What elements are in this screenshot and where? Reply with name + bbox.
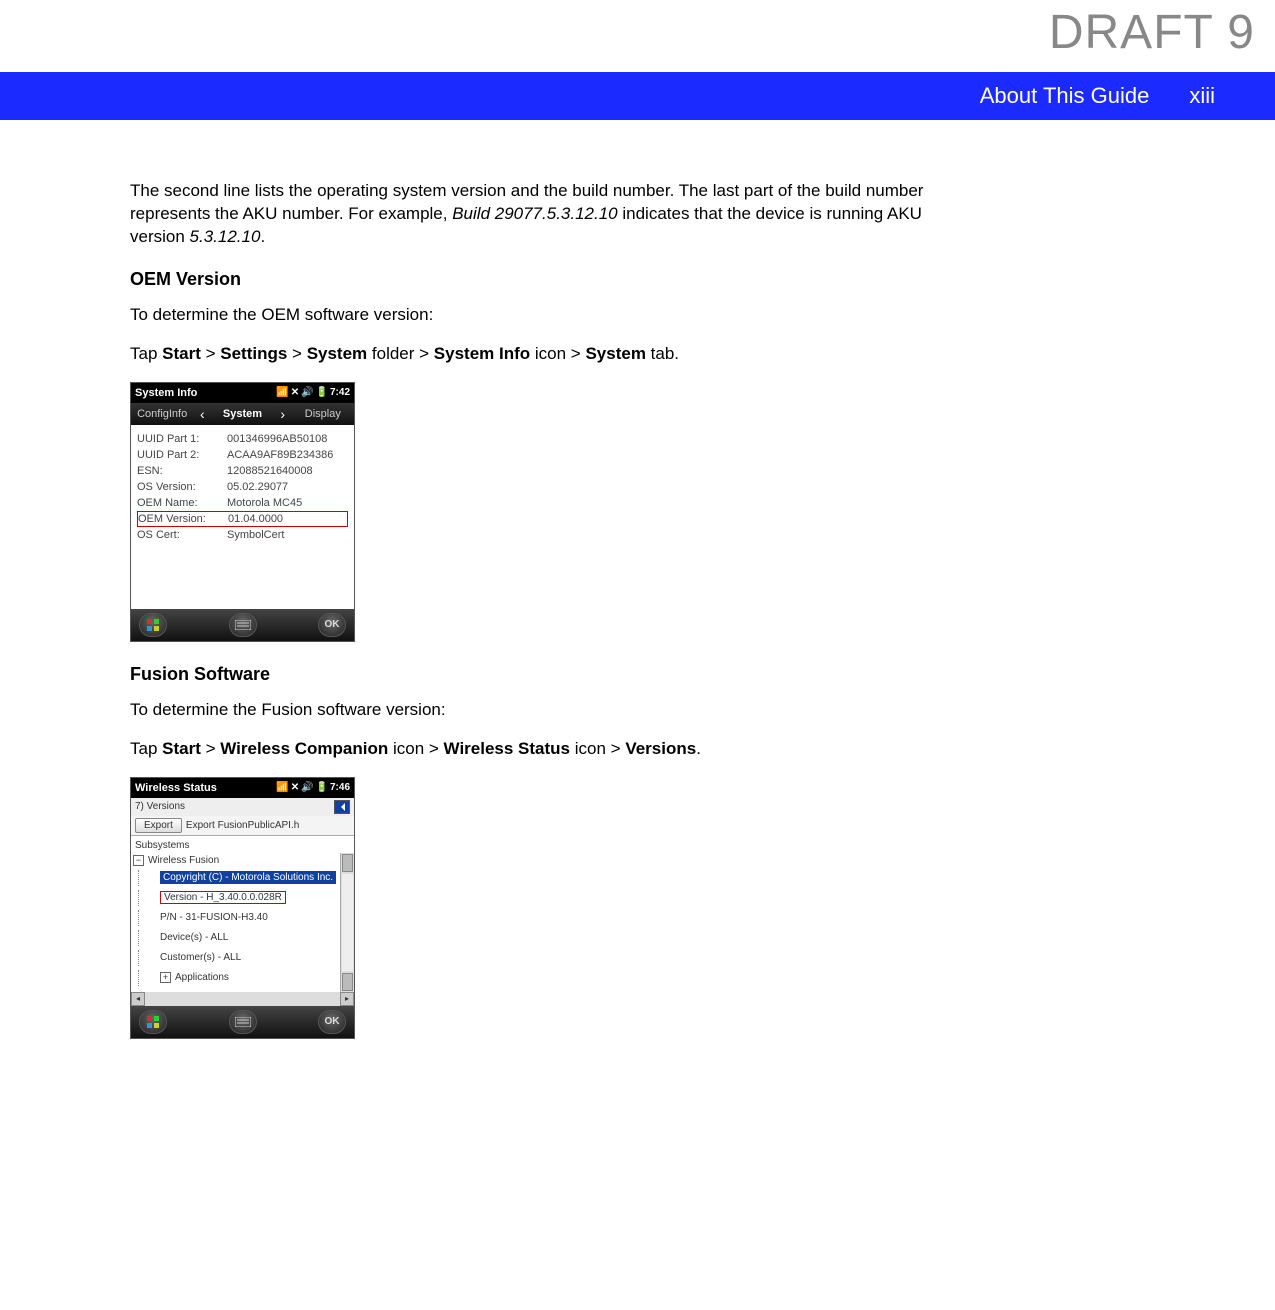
volume-icon: 🔊	[301, 387, 313, 398]
row-oemversion: OEM Version:01.04.0000	[137, 511, 348, 527]
tab-configinfo[interactable]: ConfigInfo	[131, 408, 193, 420]
tree-version[interactable]: Version - H_3.40.0.0.028R	[133, 888, 338, 908]
scroll-left-button[interactable]: ◂	[131, 992, 145, 1006]
hscroll-track[interactable]	[145, 992, 340, 1006]
ws-titlebar: Wireless Status 📶 ✕ 🔊 🔋 7:46	[131, 778, 354, 798]
vertical-scrollbar[interactable]	[340, 853, 354, 992]
row-oscert: OS Cert:SymbolCert	[137, 527, 348, 543]
tree-scroll-container: − Wireless Fusion Copyright (C) - Motoro…	[131, 853, 354, 992]
battery-icon: 🔋	[316, 782, 328, 793]
scroll-track[interactable]	[342, 874, 353, 971]
fusion-path-status: Wireless Status	[444, 739, 570, 758]
tab-system[interactable]: System	[211, 408, 273, 420]
collapse-icon[interactable]: −	[133, 855, 144, 866]
tree-customers[interactable]: Customer(s) - ALL	[133, 948, 338, 968]
tab-arrow-right-icon[interactable]: ›	[274, 406, 292, 422]
ws-title: Wireless Status	[135, 782, 276, 794]
ws-toolbar: Export Export FusionPublicAPI.h	[131, 816, 354, 836]
subsystems-label: Subsystems	[131, 836, 354, 853]
oem-path-start: Start	[162, 344, 201, 363]
row-oemname: OEM Name:Motorola MC45	[137, 495, 348, 511]
ws-subtitle-bar: 7) Versions	[131, 798, 354, 816]
horizontal-scrollbar[interactable]: ◂ ▸	[131, 992, 354, 1006]
tree-applications[interactable]: + Applications	[133, 968, 338, 988]
oem-heading: OEM Version	[130, 269, 970, 290]
row-esn: ESN:12088521640008	[137, 463, 348, 479]
export-hint: Export FusionPublicAPI.h	[186, 820, 299, 831]
back-arrow-icon[interactable]	[334, 800, 350, 814]
system-info-screenshot: System Info 📶 ✕ 🔊 🔋 7:42 ConfigInfo ‹ Sy…	[130, 382, 355, 642]
intro-build-example: Build 29077.5.3.12.10	[452, 204, 617, 223]
system-info-list: UUID Part 1:001346996AB50108 UUID Part 2…	[131, 425, 354, 549]
titlebar: System Info 📶 ✕ 🔊 🔋 7:42	[131, 383, 354, 403]
row-osversion: OS Version:05.02.29077	[137, 479, 348, 495]
page-content: The second line lists the operating syst…	[0, 120, 1100, 1101]
expand-icon[interactable]: +	[160, 972, 171, 983]
ws-softkey-bar: OK	[131, 1006, 354, 1038]
clock-time: 7:42	[330, 387, 350, 398]
oem-path-system-tab: System	[585, 344, 645, 363]
draft-watermark: DRAFT 9	[1049, 5, 1255, 60]
volume-icon: 🔊	[301, 782, 313, 793]
start-button-icon[interactable]	[139, 1010, 167, 1034]
intro-paragraph: The second line lists the operating syst…	[130, 180, 970, 249]
keyboard-button-icon[interactable]	[229, 613, 257, 637]
titlebar-status-icons: 📶 ✕ 🔊 🔋 7:42	[276, 387, 350, 398]
oem-path: Tap Start > Settings > System folder > S…	[130, 343, 970, 366]
fusion-path: Tap Start > Wireless Companion icon > Wi…	[130, 738, 970, 761]
page-header-bar: About This Guide xiii	[0, 72, 1275, 120]
intro-aku-example: 5.3.12.10	[190, 227, 261, 246]
oem-path-settings: Settings	[220, 344, 287, 363]
fusion-heading: Fusion Software	[130, 664, 970, 685]
oem-path-systeminfo: System Info	[434, 344, 530, 363]
tree-copyright[interactable]: Copyright (C) - Motorola Solutions Inc.	[133, 868, 338, 888]
row-uuid2: UUID Part 2:ACAA9AF89B234386	[137, 447, 348, 463]
versions-tree: − Wireless Fusion Copyright (C) - Motoro…	[131, 853, 340, 992]
tab-display[interactable]: Display	[292, 408, 354, 420]
tree-root[interactable]: − Wireless Fusion	[133, 853, 338, 868]
signal-icon: 📶	[276, 387, 288, 398]
tree-copyright-label: Copyright (C) - Motorola Solutions Inc.	[160, 871, 336, 884]
start-button-icon[interactable]	[139, 613, 167, 637]
tree-pn[interactable]: P/N - 31-FUSION-H3.40	[133, 908, 338, 928]
export-button[interactable]: Export	[135, 818, 182, 833]
network-icon: ✕	[291, 782, 299, 793]
oem-path-system-folder: System	[307, 344, 367, 363]
fusion-path-companion: Wireless Companion	[220, 739, 388, 758]
ok-button[interactable]: OK	[318, 1010, 346, 1034]
network-icon: ✕	[291, 387, 299, 398]
scroll-down-button[interactable]	[342, 973, 353, 991]
fusion-path-start: Start	[162, 739, 201, 758]
ok-button[interactable]: OK	[318, 613, 346, 637]
oem-path-prefix: Tap	[130, 344, 162, 363]
tree-devices[interactable]: Device(s) - ALL	[133, 928, 338, 948]
oem-description: To determine the OEM software version:	[130, 304, 970, 327]
header-page-number: xiii	[1189, 83, 1215, 109]
row-uuid1: UUID Part 1:001346996AB50108	[137, 431, 348, 447]
ws-subtitle: 7) Versions	[135, 801, 185, 812]
scroll-up-button[interactable]	[342, 854, 353, 872]
keyboard-button-icon[interactable]	[229, 1010, 257, 1034]
scroll-right-button[interactable]: ▸	[340, 992, 354, 1006]
fusion-path-versions: Versions	[625, 739, 696, 758]
fusion-description: To determine the Fusion software version…	[130, 699, 970, 722]
ws-clock-time: 7:46	[330, 782, 350, 793]
softkey-bar: OK	[131, 609, 354, 641]
tab-arrow-left-icon[interactable]: ‹	[193, 406, 211, 422]
ws-status-icons: 📶 ✕ 🔊 🔋 7:46	[276, 782, 350, 793]
intro-text-c: .	[260, 227, 265, 246]
wireless-status-screenshot: Wireless Status 📶 ✕ 🔊 🔋 7:46 7) Versions…	[130, 777, 355, 1039]
signal-icon: 📶	[276, 782, 288, 793]
battery-icon: 🔋	[316, 387, 328, 398]
tree-version-label: Version - H_3.40.0.0.028R	[160, 891, 286, 904]
tab-bar: ConfigInfo ‹ System › Display	[131, 403, 354, 425]
titlebar-title: System Info	[135, 387, 276, 399]
empty-area	[131, 549, 354, 609]
header-section-title: About This Guide	[980, 83, 1150, 109]
